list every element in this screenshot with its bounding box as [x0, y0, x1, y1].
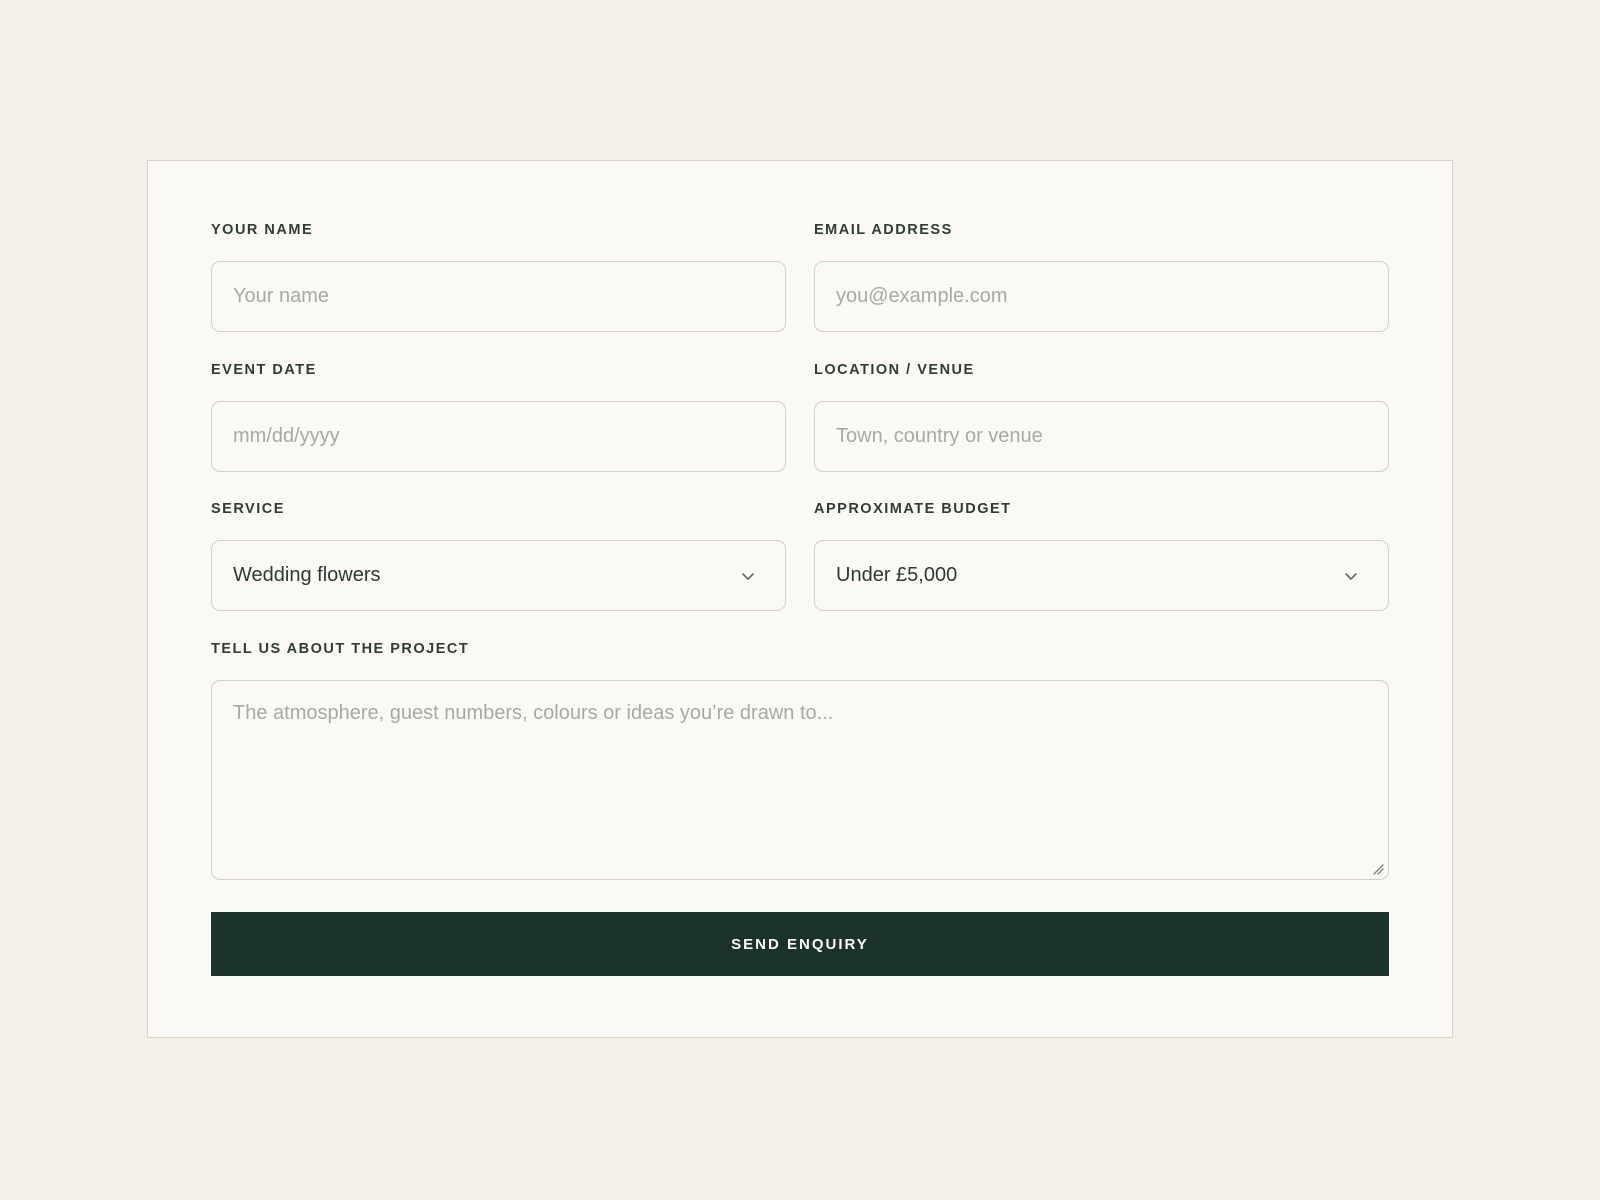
- location-input[interactable]: [814, 401, 1389, 472]
- name-field-group: YOUR NAME: [211, 222, 786, 332]
- send-enquiry-button[interactable]: SEND ENQUIRY: [211, 912, 1389, 976]
- service-field-group: SERVICE Wedding flowers: [211, 501, 786, 611]
- name-label: YOUR NAME: [211, 222, 314, 238]
- form-row-service-budget: SERVICE Wedding flowers APPROXIMATE BUDG…: [211, 501, 1389, 611]
- service-label: SERVICE: [211, 501, 285, 517]
- budget-selected-value: Under £5,000: [836, 564, 958, 586]
- form-row-date-location: EVENT DATE LOCATION / VENUE: [211, 362, 1389, 472]
- service-selected-value: Wedding flowers: [233, 564, 381, 586]
- form-row-project: TELL US ABOUT THE PROJECT: [211, 641, 1389, 880]
- name-input[interactable]: [211, 261, 786, 332]
- event-date-input[interactable]: [211, 401, 786, 472]
- budget-field-group: APPROXIMATE BUDGET Under £5,000: [814, 501, 1389, 611]
- project-textarea-wrapper: [211, 680, 1389, 880]
- project-textarea[interactable]: [211, 680, 1389, 880]
- email-input[interactable]: [814, 261, 1389, 332]
- event-date-label: EVENT DATE: [211, 362, 317, 378]
- resize-handle-icon[interactable]: [1370, 861, 1384, 875]
- service-select[interactable]: Wedding flowers: [211, 540, 786, 611]
- budget-select[interactable]: Under £5,000: [814, 540, 1389, 611]
- chevron-down-icon: [1345, 572, 1357, 580]
- event-date-field-group: EVENT DATE: [211, 362, 786, 472]
- form-row-name-email: YOUR NAME EMAIL ADDRESS: [211, 222, 1389, 332]
- email-label: EMAIL ADDRESS: [814, 222, 953, 238]
- enquiry-form-card: YOUR NAME EMAIL ADDRESS EVENT DATE LOCAT…: [147, 160, 1453, 1038]
- location-field-group: LOCATION / VENUE: [814, 362, 1389, 472]
- project-field-group: TELL US ABOUT THE PROJECT: [211, 641, 1389, 880]
- email-field-group: EMAIL ADDRESS: [814, 222, 1389, 332]
- location-label: LOCATION / VENUE: [814, 362, 975, 378]
- project-label: TELL US ABOUT THE PROJECT: [211, 641, 470, 657]
- budget-label: APPROXIMATE BUDGET: [814, 501, 1012, 517]
- chevron-down-icon: [742, 572, 754, 580]
